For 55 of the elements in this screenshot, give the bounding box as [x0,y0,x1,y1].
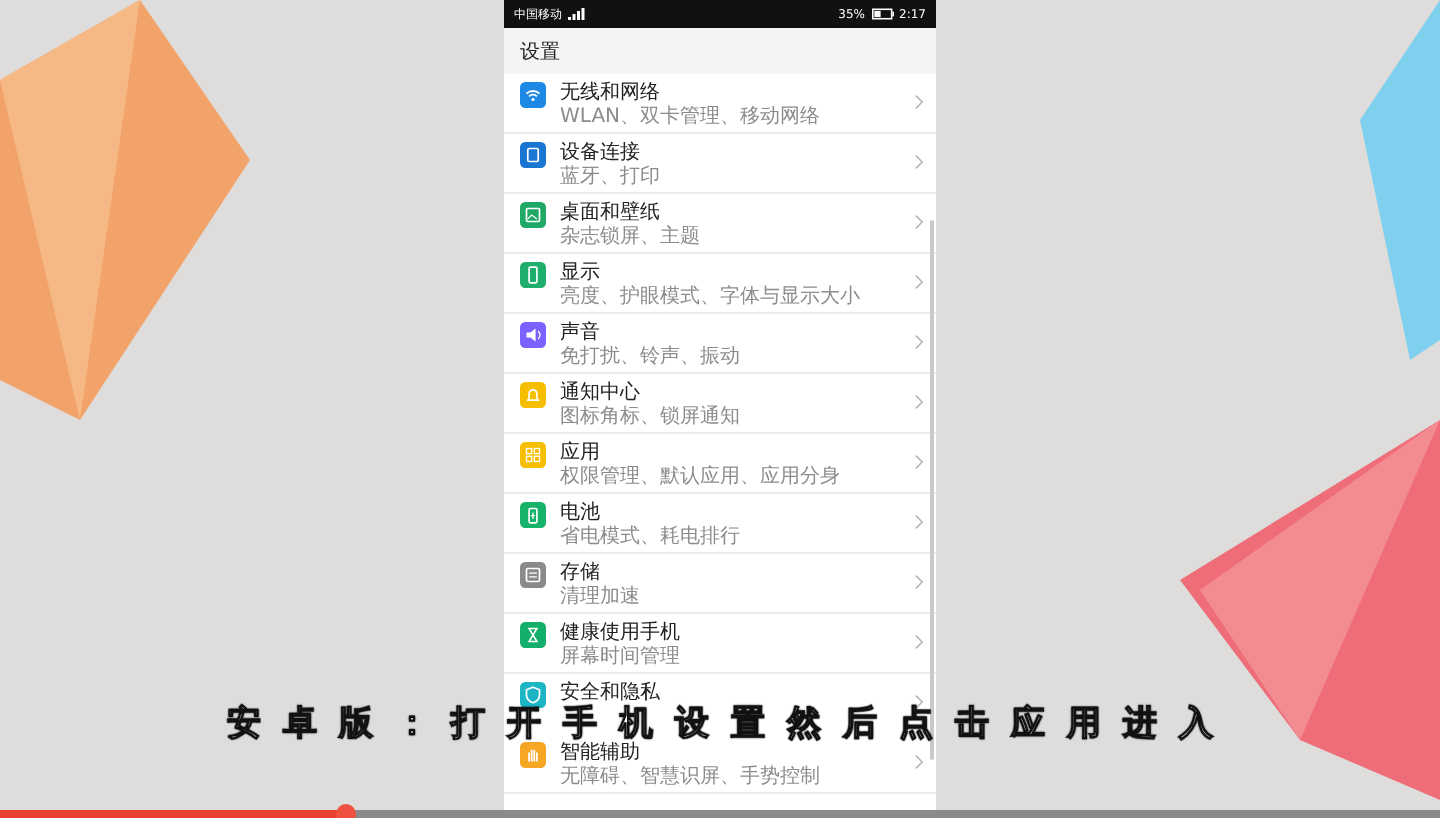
settings-item[interactable]: 安全和隐私 [504,674,936,708]
item-title: 健康使用手机 [560,622,682,644]
battery-icon [871,8,894,20]
grid-icon [520,442,546,468]
chevron-icon [914,274,924,290]
hourglass-icon [520,622,546,648]
item-subtitle: 杂志锁屏、主题 [560,226,702,248]
progress-handle[interactable] [335,804,356,818]
chevron-icon [914,334,924,350]
item-title: 声音 [560,322,602,344]
speaker-icon [520,322,546,348]
item-title: 无线和网络 [560,82,660,104]
item-title: 显示 [560,262,602,284]
bell-icon [520,382,546,408]
chevron-icon [914,94,924,110]
chevron-icon [914,214,924,230]
wifi-icon [520,82,546,108]
signal-icon [568,8,586,20]
item-title: 安全和隐私 [560,682,662,704]
battery-icon [520,502,546,528]
picture-icon [520,202,546,228]
progress-track[interactable] [0,810,1440,818]
item-subtitle: 蓝牙、打印 [560,166,662,188]
devices-icon [520,142,546,168]
chevron-icon [914,454,924,470]
item-subtitle: 清理加速 [560,586,642,608]
item-subtitle: WLAN、双卡管理、移动网络 [560,106,823,128]
item-subtitle: 图标角标、锁屏通知 [560,406,742,428]
list-icon [520,562,546,588]
chevron-icon [914,754,924,770]
item-title: 电池 [560,502,602,524]
chevron-icon [914,574,924,590]
settings-item[interactable]: 设备连接 蓝牙、打印 [504,134,936,194]
item-subtitle: 亮度、护眼模式、字体与显示大小 [560,286,862,308]
chevron-icon [914,394,924,410]
phone-icon [520,262,546,288]
item-title: 应用 [560,442,602,464]
item-subtitle: 无障碍、智慧识屏、手势控制 [560,766,822,788]
item-subtitle: 权限管理、默认应用、应用分身 [560,466,842,488]
item-title: 智能辅助 [560,742,642,764]
chevron-icon [914,514,924,530]
hand-icon [520,742,546,768]
settings-item[interactable]: 无线和网络 WLAN、双卡管理、移动网络 [504,74,936,134]
shield-icon [520,682,546,708]
item-title: 存储 [560,562,602,584]
item-subtitle: 省电模式、耗电排行 [560,526,742,548]
chevron-icon [914,634,924,650]
item-title: 设备连接 [560,142,642,164]
item-subtitle: 屏幕时间管理 [560,646,682,668]
item-subtitle: 免打扰、铃声、振动 [560,346,742,368]
item-title: 桌面和壁纸 [560,202,662,224]
item-title: 通知中心 [560,382,642,404]
chevron-icon [914,154,924,170]
page-title: 设置 [520,39,560,65]
settings-item[interactable]: 桌面和壁纸 杂志锁屏、主题 [504,194,936,254]
